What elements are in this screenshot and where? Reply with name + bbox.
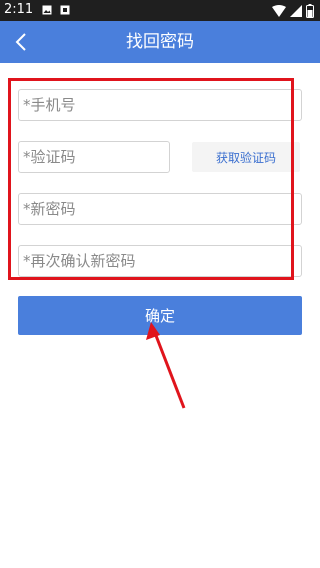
signal-icon	[290, 4, 302, 17]
phone-input[interactable]	[18, 89, 302, 121]
page-title: 找回密码	[126, 32, 194, 52]
status-time: 2:11	[4, 2, 34, 17]
confirm-password-input[interactable]	[18, 245, 302, 277]
verification-code-input[interactable]	[18, 141, 170, 173]
confirm-button[interactable]: 确定	[18, 296, 302, 335]
wifi-icon	[272, 4, 286, 17]
image-icon	[42, 5, 52, 15]
get-verification-code-button[interactable]: 获取验证码	[192, 142, 300, 172]
chevron-left-icon[interactable]	[10, 30, 34, 54]
notification-icon	[60, 5, 70, 15]
battery-icon	[306, 3, 314, 18]
status-icons	[272, 3, 314, 18]
annotation-arrow	[146, 322, 186, 409]
new-password-input[interactable]	[18, 193, 302, 225]
status-bar: 2:11	[0, 0, 320, 21]
app-bar: 找回密码	[0, 21, 320, 63]
